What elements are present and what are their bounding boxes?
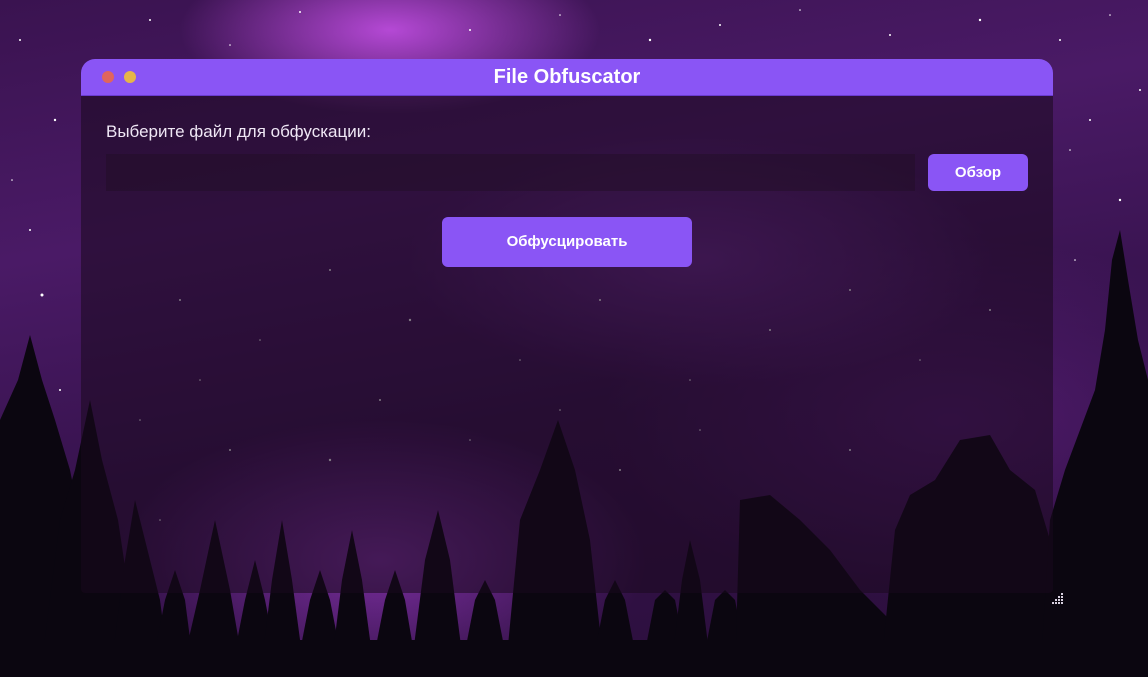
file-select-prompt: Выберите файл для обфускации: <box>106 122 371 141</box>
file-path-input[interactable] <box>106 154 915 191</box>
obfuscate-button[interactable]: Обфусцировать <box>442 217 692 267</box>
window-title: File Obfuscator <box>493 66 641 88</box>
app-window: File Obfuscator Выберите файл для обфуск… <box>81 59 1053 593</box>
title-bar[interactable]: File Obfuscator <box>81 59 1053 96</box>
resize-grip-icon[interactable] <box>1050 592 1064 606</box>
browse-button[interactable]: Обзор <box>928 154 1028 191</box>
